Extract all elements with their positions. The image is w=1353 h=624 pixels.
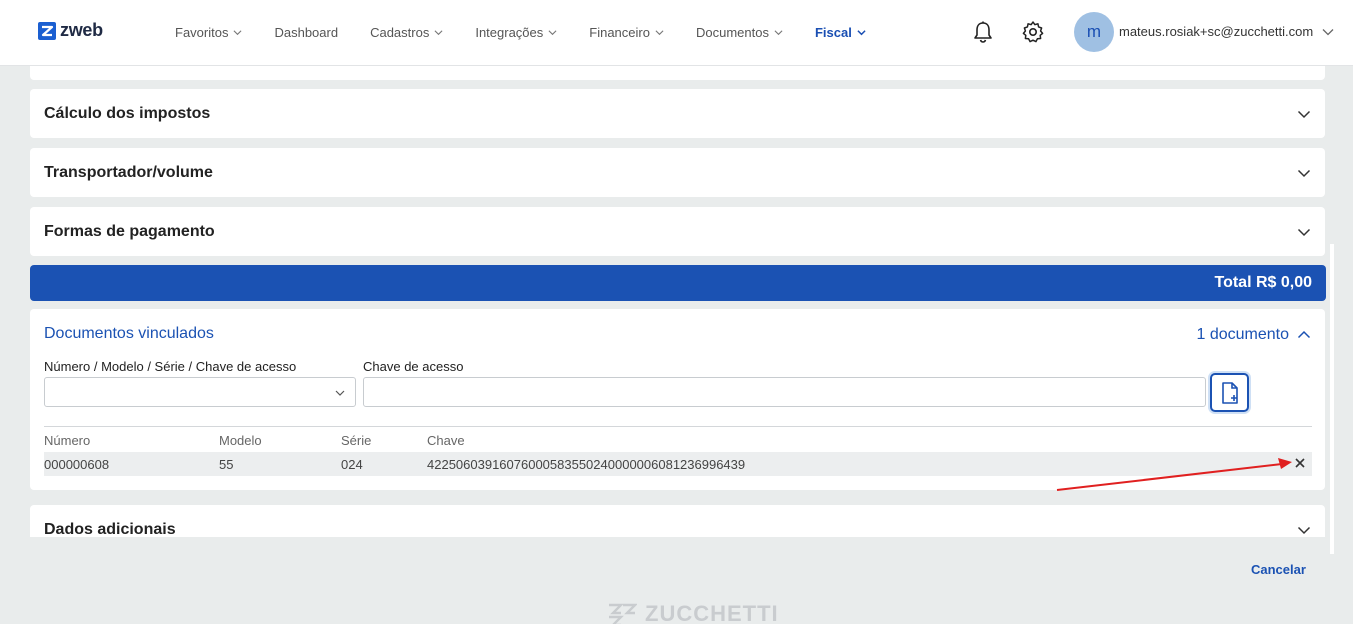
chevron-down-icon	[434, 29, 443, 35]
app-logo[interactable]: zweb	[38, 20, 103, 41]
chevron-down-icon	[1297, 228, 1311, 237]
nav-cadastros[interactable]: Cadastros	[370, 25, 443, 40]
nav-label: Integrações	[475, 24, 544, 40]
chevron-down-icon	[335, 390, 345, 396]
column-header-numero: Número	[44, 433, 91, 448]
access-key-label: Chave de acesso	[363, 359, 464, 374]
nav-label: Cadastros	[370, 24, 430, 40]
file-plus-icon	[1221, 381, 1238, 404]
cancel-button[interactable]: Cancelar	[1251, 562, 1306, 577]
chevron-down-icon	[1297, 169, 1311, 178]
chevron-down-icon	[233, 29, 242, 35]
chevron-down-icon	[655, 29, 664, 35]
section-title: Cálculo dos impostos	[44, 105, 211, 122]
annotation-arrow-icon	[1056, 458, 1292, 491]
scrollbar[interactable]	[1330, 244, 1334, 554]
chevron-down-icon[interactable]	[1322, 26, 1334, 38]
cell-serie: 024	[341, 457, 363, 472]
footer-logo: ZUCCHETTI	[607, 601, 779, 624]
nav-documentos[interactable]: Documentos	[696, 25, 783, 40]
chevron-down-icon	[774, 29, 783, 35]
table-divider	[44, 426, 1312, 427]
nav-label: Documentos	[695, 24, 769, 40]
section-transportador-volume[interactable]: Transportador/volume	[30, 148, 1325, 197]
total-value: Total R$ 0,00	[1214, 274, 1312, 291]
chevron-down-icon	[857, 29, 866, 35]
collapsed-section-stub	[30, 66, 1325, 80]
documents-count: 1 documento	[1196, 326, 1289, 343]
nav-label: Financeiro	[589, 24, 650, 40]
nav-favoritos[interactable]: Favoritos	[175, 25, 242, 40]
user-email[interactable]: mateus.rosiak+sc@zucchetti.com	[1119, 24, 1313, 39]
zweb-logo-icon	[38, 21, 56, 40]
bell-icon[interactable]	[972, 20, 994, 44]
chevron-up-icon[interactable]	[1297, 328, 1311, 342]
main-nav: Favoritos Dashboard Cadastros Integraçõe…	[175, 0, 898, 64]
add-document-button[interactable]	[1210, 373, 1249, 412]
section-title: Dados adicionais	[44, 521, 176, 538]
access-key-input[interactable]	[363, 377, 1206, 407]
avatar[interactable]: m	[1074, 12, 1114, 52]
nav-label: Favoritos	[175, 24, 229, 40]
nav-integracoes[interactable]: Integrações	[475, 25, 557, 40]
nav-label: Dashboard	[274, 24, 339, 40]
footer-logo-text: ZUCCHETTI	[645, 601, 779, 624]
cell-modelo: 55	[219, 457, 234, 472]
column-header-chave: Chave	[427, 433, 465, 448]
section-formas-pagamento[interactable]: Formas de pagamento	[30, 207, 1325, 256]
chevron-down-icon	[548, 29, 557, 35]
top-navigation-bar: zweb Favoritos Dashboard Cadastros Integ…	[0, 0, 1353, 66]
cell-chave: 4225060391607600058355024000000608123699…	[427, 457, 746, 472]
gear-icon[interactable]	[1021, 20, 1045, 44]
column-header-modelo: Modelo	[219, 433, 262, 448]
column-header-serie: Série	[341, 433, 372, 448]
section-calculo-impostos[interactable]: Cálculo dos impostos	[30, 89, 1325, 138]
cell-numero: 000000608	[44, 457, 110, 472]
chevron-down-icon	[1297, 110, 1311, 119]
select-document-label: Número / Modelo / Série / Chave de acess…	[44, 359, 297, 374]
nav-label: Fiscal	[814, 24, 852, 40]
section-title: Documentos vinculados	[44, 325, 214, 342]
total-bar: Total R$ 0,00	[30, 265, 1326, 301]
nav-financeiro[interactable]: Financeiro	[589, 25, 664, 40]
select-document-dropdown[interactable]	[44, 377, 356, 407]
section-title: Transportador/volume	[44, 164, 213, 181]
logo-text: zweb	[60, 20, 103, 40]
section-title: Formas de pagamento	[44, 223, 215, 240]
section-dados-adicionais[interactable]: Dados adicionais	[30, 505, 1325, 538]
nav-fiscal[interactable]: Fiscal	[815, 25, 866, 40]
nav-dashboard[interactable]: Dashboard	[274, 25, 338, 40]
chevron-down-icon	[1297, 526, 1311, 535]
zucchetti-logo-icon	[609, 603, 637, 624]
